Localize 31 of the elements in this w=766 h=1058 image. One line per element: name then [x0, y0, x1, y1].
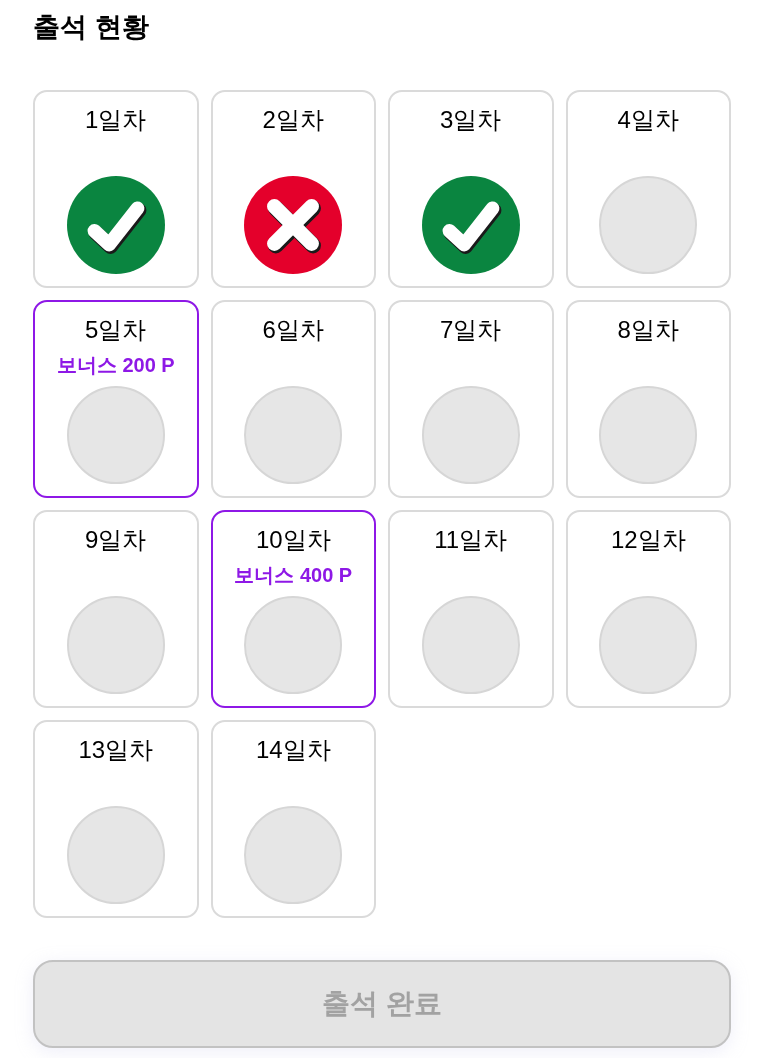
empty-circle-icon — [599, 596, 698, 694]
day-label: 12일차 — [610, 525, 686, 555]
check-icon — [421, 176, 520, 274]
day-label: 6일차 — [262, 315, 324, 345]
empty-circle-icon — [244, 386, 343, 484]
day-label: 4일차 — [617, 105, 679, 135]
day-label: 5일차 — [85, 315, 147, 345]
empty-circle-icon — [244, 596, 343, 694]
day-label: 10일차 — [255, 525, 331, 555]
check-icon — [66, 176, 165, 274]
empty-circle-icon — [66, 386, 165, 484]
page-title: 출석 현황 — [33, 11, 149, 44]
empty-circle-icon — [421, 386, 520, 484]
empty-circle-icon — [599, 386, 698, 484]
bonus-text: 보너스 200 P — [56, 353, 175, 377]
empty-circle-icon — [421, 596, 520, 694]
empty-circle-icon — [66, 806, 165, 904]
day-label: 7일차 — [440, 315, 502, 345]
cross-icon — [244, 176, 343, 274]
day-label: 13일차 — [78, 735, 154, 765]
day-label: 8일차 — [617, 315, 679, 345]
empty-circle-icon — [599, 176, 698, 274]
empty-circle-icon — [244, 806, 343, 904]
day-label: 2일차 — [262, 105, 324, 135]
day-label: 9일차 — [85, 525, 147, 555]
day-label: 3일차 — [440, 105, 502, 135]
day-label: 14일차 — [255, 735, 331, 765]
day-label: 1일차 — [85, 105, 147, 135]
empty-circle-icon — [66, 596, 165, 694]
day-label: 11일차 — [434, 525, 508, 555]
bonus-text: 보너스 400 P — [234, 563, 353, 587]
